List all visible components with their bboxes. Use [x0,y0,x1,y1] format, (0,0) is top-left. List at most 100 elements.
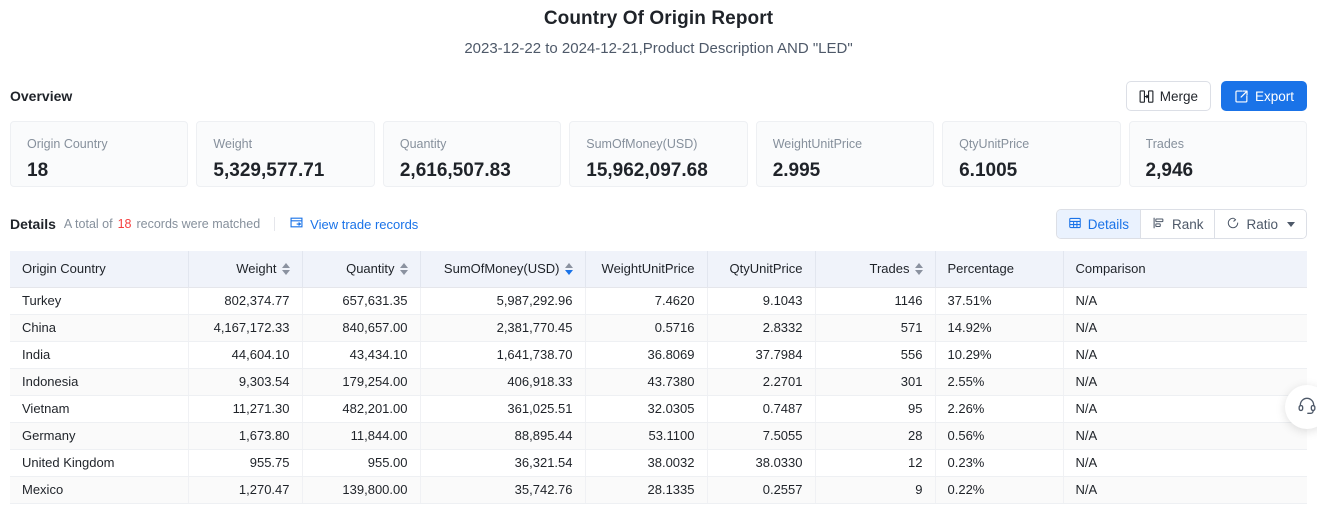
export-button-label: Export [1254,88,1294,104]
table-cell: 10.29% [935,341,1064,369]
view-mode-details[interactable]: Details [1056,210,1141,238]
table-cell: N/A [1063,368,1307,396]
stat-card-label: Trades [1145,137,1184,151]
table-cell: 38.0032 [585,449,708,477]
sort-icon-active[interactable] [564,262,573,275]
stat-card-label: Weight [213,137,253,151]
table-cell: 9 [815,476,936,504]
table-cell: N/A [1063,287,1307,315]
table-cell: 43.7380 [585,368,708,396]
trade-records-icon [289,215,304,233]
export-button[interactable]: Export [1220,81,1307,111]
table-cell: 1146 [815,287,936,315]
table-cell: 32.0305 [585,395,708,423]
details-record-count: A total of 18 records were matched [64,217,260,231]
view-mode-rank[interactable]: Rank [1140,210,1216,238]
table-cell: 53.1100 [585,422,708,450]
table-cell: 28.1335 [585,476,708,504]
table-row[interactable]: China 4,167,172.33 840,657.00 2,381,770.45 0… [10,314,1307,342]
table-row[interactable]: Turkey 802,374.77 657,631.35 5,987,292.96 7.… [10,287,1307,315]
table-cell: 482,201.00 [302,395,421,423]
table-row[interactable]: India 44,604.10 43,434.10 1,641,738.70 36.80… [10,341,1307,369]
table-cell: 1,641,738.70 [420,341,586,369]
chevron-down-icon [1287,221,1295,227]
page-title: Country Of Origin Report [543,8,774,29]
table-cell: 840,657.00 [302,314,421,342]
col-comparison[interactable]: Comparison [1063,251,1307,288]
table-row[interactable]: Germany 1,673.80 11,844.00 88,895.44 53.1100… [10,422,1307,450]
sort-icon[interactable] [914,262,923,275]
table-row[interactable]: Vietnam 11,271.30 482,201.00 361,025.51 32.0… [10,395,1307,423]
sort-icon[interactable] [399,262,408,275]
table-cell: 4,167,172.33 [188,314,303,342]
table-row[interactable]: Indonesia 9,303.54 179,254.00 406,918.33 43.… [10,368,1307,396]
table-cell: 44,604.10 [188,341,303,369]
table-cell: 2.55% [935,368,1064,396]
table-cell: 7.5055 [707,422,816,450]
stat-card-label: SumOfMoney(USD) [586,137,698,151]
pie-chart-icon [1226,216,1240,233]
stat-card-value: 15,962,097.68 [586,160,708,181]
table-cell: 139,800.00 [302,476,421,504]
merge-icon [1139,89,1154,104]
col-label: Quantity [346,261,395,277]
table-cell: N/A [1063,422,1307,450]
headset-icon [1297,395,1317,420]
report-header: Country Of Origin Report 2023-12-22 to 2… [0,0,1317,60]
stat-card-label: Quantity [399,137,447,151]
view-mode-label: Ratio [1246,216,1278,232]
table-cell: 361,025.51 [420,395,586,423]
table-cell: 88,895.44 [420,422,586,450]
sort-icon[interactable] [281,262,290,275]
table-cell: 0.56% [935,422,1064,450]
col-weightunitprice[interactable]: WeightUnitPrice [585,251,708,288]
table-cell: 406,918.33 [420,368,586,396]
stat-card-value: 2.995 [772,160,821,181]
table-cell: 2.2701 [707,368,816,396]
table-cell: United Kingdom [10,449,189,477]
table-row[interactable]: Mexico 1,270.47 139,800.00 35,742.76 28.1335… [10,476,1307,504]
overview-label: Overview [10,88,73,104]
col-label: Origin Country [22,261,106,277]
table-cell: 36,321.54 [420,449,586,477]
meta-suffix: records were matched [136,217,261,231]
table-cell: Mexico [10,476,189,504]
table-cell: 38.0330 [707,449,816,477]
table-cell: 5,987,292.96 [420,287,586,315]
col-label: WeightUnitPrice [601,261,695,277]
stat-card-value: 2,616,507.83 [399,160,511,181]
col-origin-country[interactable]: Origin Country [10,251,189,288]
view-mode-ratio[interactable]: Ratio [1215,210,1306,238]
meta-count: 18 [117,217,132,231]
details-title: Details [10,216,56,232]
report-page: Country Of Origin Report 2023-12-22 to 2… [0,0,1317,515]
col-quantity[interactable]: Quantity [302,251,421,288]
col-weight[interactable]: Weight [188,251,303,288]
stat-card-qtyunitprice: QtyUnitPrice 6.1005 [942,121,1121,187]
table-cell: 43,434.10 [302,341,421,369]
table-cell: Turkey [10,287,189,315]
view-trade-records-link[interactable]: View trade records [289,215,418,233]
col-sumofmoney[interactable]: SumOfMoney(USD) [420,251,586,288]
table-cell: 802,374.77 [188,287,303,315]
col-percentage[interactable]: Percentage [935,251,1064,288]
table-cell: 0.22% [935,476,1064,504]
table-cell: 1,673.80 [188,422,303,450]
table-cell: 12 [815,449,936,477]
col-trades[interactable]: Trades [815,251,936,288]
table-head: Origin Country Weight Quantity SumOfMone… [10,251,1307,288]
merge-button[interactable]: Merge [1125,81,1211,111]
table-cell: India [10,341,189,369]
table-cell: 2.8332 [707,314,816,342]
table-row[interactable]: United Kingdom 955.75 955.00 36,321.54 38.00… [10,449,1307,477]
col-qtyunitprice[interactable]: QtyUnitPrice [707,251,816,288]
table-cell: 95 [815,395,936,423]
table-cell: 2,381,770.45 [420,314,586,342]
overview-cards: Origin Country 18 Weight 5,329,577.71 Qu… [0,121,1317,187]
view-trade-records-label: View trade records [310,216,419,232]
table-cell: Indonesia [10,368,189,396]
details-left: Details A total of 18 records were match… [10,215,418,233]
table-cell: N/A [1063,449,1307,477]
table-icon [1068,216,1082,233]
table-cell: 0.2557 [707,476,816,504]
